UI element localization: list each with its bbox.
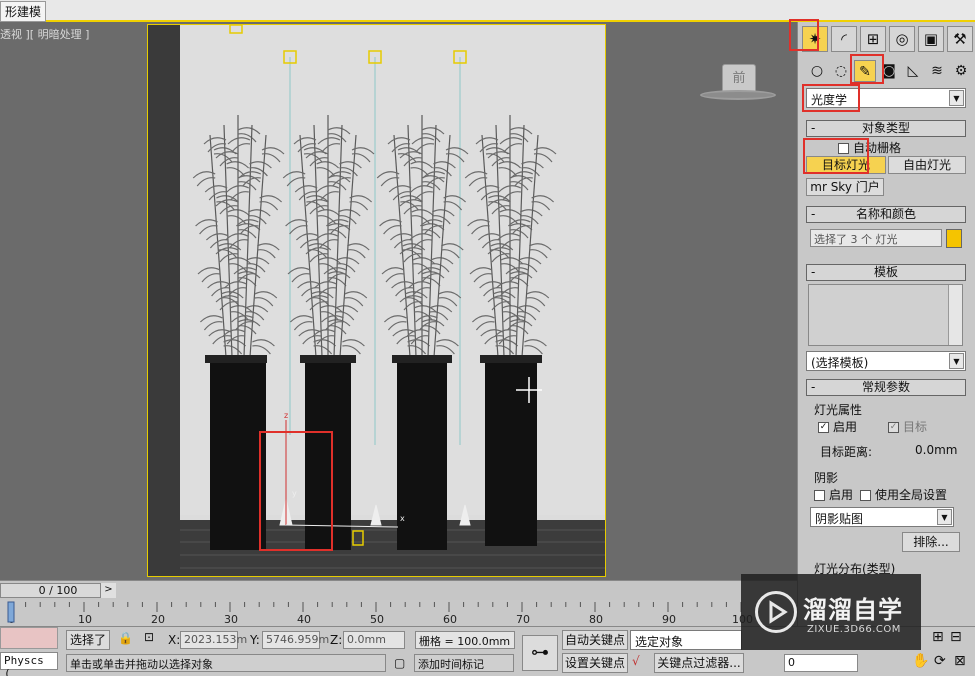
grid-size-display: 栅格 = 100.0mm <box>415 631 515 649</box>
mr-sky-portal-button[interactable]: mr Sky 门户 <box>806 178 884 196</box>
shapes-icon[interactable]: ◌ <box>830 60 852 82</box>
zoom-all-icon[interactable]: ⊟ <box>950 629 962 645</box>
add-time-tag[interactable]: 添加时间标记 <box>414 654 514 672</box>
scene-render: z y x <box>148 25 605 576</box>
y-label: Y: <box>250 633 260 647</box>
current-frame-field[interactable]: 0 <box>784 654 858 672</box>
camera-icon[interactable]: ◙ <box>878 60 900 82</box>
perspective-viewport[interactable]: 透视 ][ 明暗处理 ] z y x 前 <box>0 22 797 580</box>
left-wall <box>148 25 180 576</box>
maxscript-listener-pink[interactable] <box>0 627 58 649</box>
free-light-button[interactable]: 自由灯光 <box>888 156 966 174</box>
ruler-tick-label: 70 <box>516 613 530 626</box>
track-bar[interactable]: 0102030405060708090100 <box>0 600 797 626</box>
curve-icon[interactable]: √ <box>632 654 640 668</box>
gizmo-z-label: z <box>284 411 288 420</box>
viewport-label[interactable]: 透视 ][ 明暗处理 ] <box>0 26 89 42</box>
ruler-tick-label: 20 <box>151 613 165 626</box>
helpers-icon[interactable]: ◺ <box>902 60 924 82</box>
shadow-type-dropdown[interactable]: 阴影贴图 ▼ <box>810 507 954 527</box>
lock-icon[interactable]: 🔒 <box>118 631 133 645</box>
ruler-tick-label: 60 <box>443 613 457 626</box>
lights-icon[interactable]: ✎ <box>854 60 876 82</box>
gizmo-x-label: x <box>400 514 405 523</box>
exclude-button[interactable]: 排除... <box>902 532 960 552</box>
hierarchy-icon[interactable]: ⊞ <box>860 26 886 52</box>
z-label: Z: <box>330 633 343 647</box>
targeted-checkbox[interactable]: ✓ 目标 <box>888 418 927 435</box>
rollout-object-type[interactable]: - 对象类型 <box>806 120 966 137</box>
chevron-down-icon: ▼ <box>937 509 952 525</box>
object-name-field[interactable]: 选择了 3 个 灯光 <box>810 229 942 247</box>
auto-key-button[interactable]: 自动关键点 <box>562 630 628 650</box>
gizmo-y-label: y <box>292 489 297 498</box>
app-title: 形建模 <box>0 1 47 22</box>
ruler-tick-label: 40 <box>297 613 311 626</box>
target-light-button[interactable]: 目标灯光 <box>806 156 886 174</box>
motion-icon[interactable]: ◎ <box>889 26 915 52</box>
auto-grid-checkbox[interactable]: 自动栅格 <box>838 139 901 156</box>
watermark-title: 溜溜自学 <box>803 596 903 624</box>
geometry-sphere-icon[interactable]: ○ <box>806 60 828 82</box>
watermark-subtitle: ZIXUE.3D66.COM <box>807 624 901 635</box>
maximize-viewport-icon[interactable]: ⊠ <box>954 653 966 669</box>
modify-arc-icon[interactable]: ◜ <box>831 26 857 52</box>
light-properties-group-label: 灯光属性 <box>814 403 863 417</box>
time-tag-icon[interactable]: ▢ <box>394 656 405 670</box>
ruler-tick-label: 50 <box>370 613 384 626</box>
target-distance-label: 目标距离: <box>820 445 873 459</box>
ruler-tick-label: 10 <box>78 613 92 626</box>
spacewarps-icon[interactable]: ≋ <box>926 60 948 82</box>
selection-set-dropdown[interactable]: 选定对象 <box>630 630 742 650</box>
rollout-templates[interactable]: - 模板 <box>806 264 966 281</box>
viewcube-ring[interactable] <box>700 90 776 100</box>
prompt-line: 单击或单击并拖动以选择对象 <box>66 654 386 672</box>
track-bar-ruler: 0102030405060708090100 <box>7 601 753 626</box>
template-scrollbar[interactable] <box>948 285 962 345</box>
key-icon[interactable]: ⊶ <box>522 635 558 671</box>
pan-hand-icon[interactable]: ✋ <box>912 653 929 669</box>
z-coordinate-field[interactable]: 0.0mm <box>343 631 405 649</box>
render-safe-frame: z y x <box>147 24 606 577</box>
title-bar: 形建模 <box>0 0 975 22</box>
target-distance-value: 0.0mm <box>915 443 958 457</box>
template-preview <box>808 284 963 346</box>
selection-count-button[interactable]: 选择了 <box>66 630 110 650</box>
zoom-extents-icon[interactable]: ⊞ <box>932 629 944 645</box>
systems-icon[interactable]: ⚙ <box>950 60 972 82</box>
key-filters-button[interactable]: 关键点过滤器... <box>654 653 744 673</box>
absolute-mode-icon[interactable]: ⊡ <box>144 630 154 644</box>
next-frame-arrow[interactable]: > <box>100 583 116 598</box>
time-slider[interactable]: 0 / 100 <box>0 583 116 598</box>
ruler-tick-label: 90 <box>662 613 676 626</box>
chevron-down-icon: ▼ <box>949 353 964 369</box>
hammer-icon[interactable]: ⚒ <box>947 26 973 52</box>
command-panel: ✷ ◜ ⊞ ◎ ▣ ⚒ ○ ◌ ✎ ◙ ◺ ≋ ⚙ 光度学 ▼ - 对象类型 自动栅格 目标灯光 自由灯… <box>789 19 975 626</box>
x-label: X: <box>168 633 181 647</box>
display-icon[interactable]: ▣ <box>918 26 944 52</box>
object-color-swatch[interactable] <box>946 229 962 248</box>
x-coordinate-field[interactable]: 2023.153m <box>180 631 247 649</box>
watermark: 溜溜自学 ZIXUE.3D66.COM <box>741 574 921 650</box>
y-coordinate-field[interactable]: 5746.959m <box>262 631 329 649</box>
shadow-enable-checkbox[interactable]: 启用 <box>814 486 853 503</box>
rollout-name-color[interactable]: - 名称和颜色 <box>806 206 966 223</box>
set-key-button[interactable]: 设置关键点 <box>562 653 628 673</box>
rollout-general-parameters[interactable]: - 常规参数 <box>806 379 966 396</box>
chevron-down-icon: ▼ <box>949 90 964 106</box>
light-enable-checkbox[interactable]: ✓ 启用 <box>818 418 857 435</box>
sun-star-icon[interactable]: ✷ <box>802 26 828 52</box>
watermark-play-logo-icon <box>755 591 797 633</box>
template-dropdown[interactable]: (选择模板) ▼ <box>806 351 966 371</box>
orbit-icon[interactable]: ⟳ <box>934 653 946 669</box>
ruler-tick-label: 30 <box>224 613 238 626</box>
ruler-tick-label: 80 <box>589 613 603 626</box>
current-frame-marker <box>7 601 15 623</box>
use-global-settings-checkbox[interactable]: 使用全局设置 <box>860 486 947 503</box>
light-type-dropdown[interactable]: 光度学 ▼ <box>806 88 966 108</box>
shadows-group-label: 阴影 <box>814 471 839 485</box>
maxscript-mini-listener[interactable]: Physcs ( <box>0 652 58 676</box>
